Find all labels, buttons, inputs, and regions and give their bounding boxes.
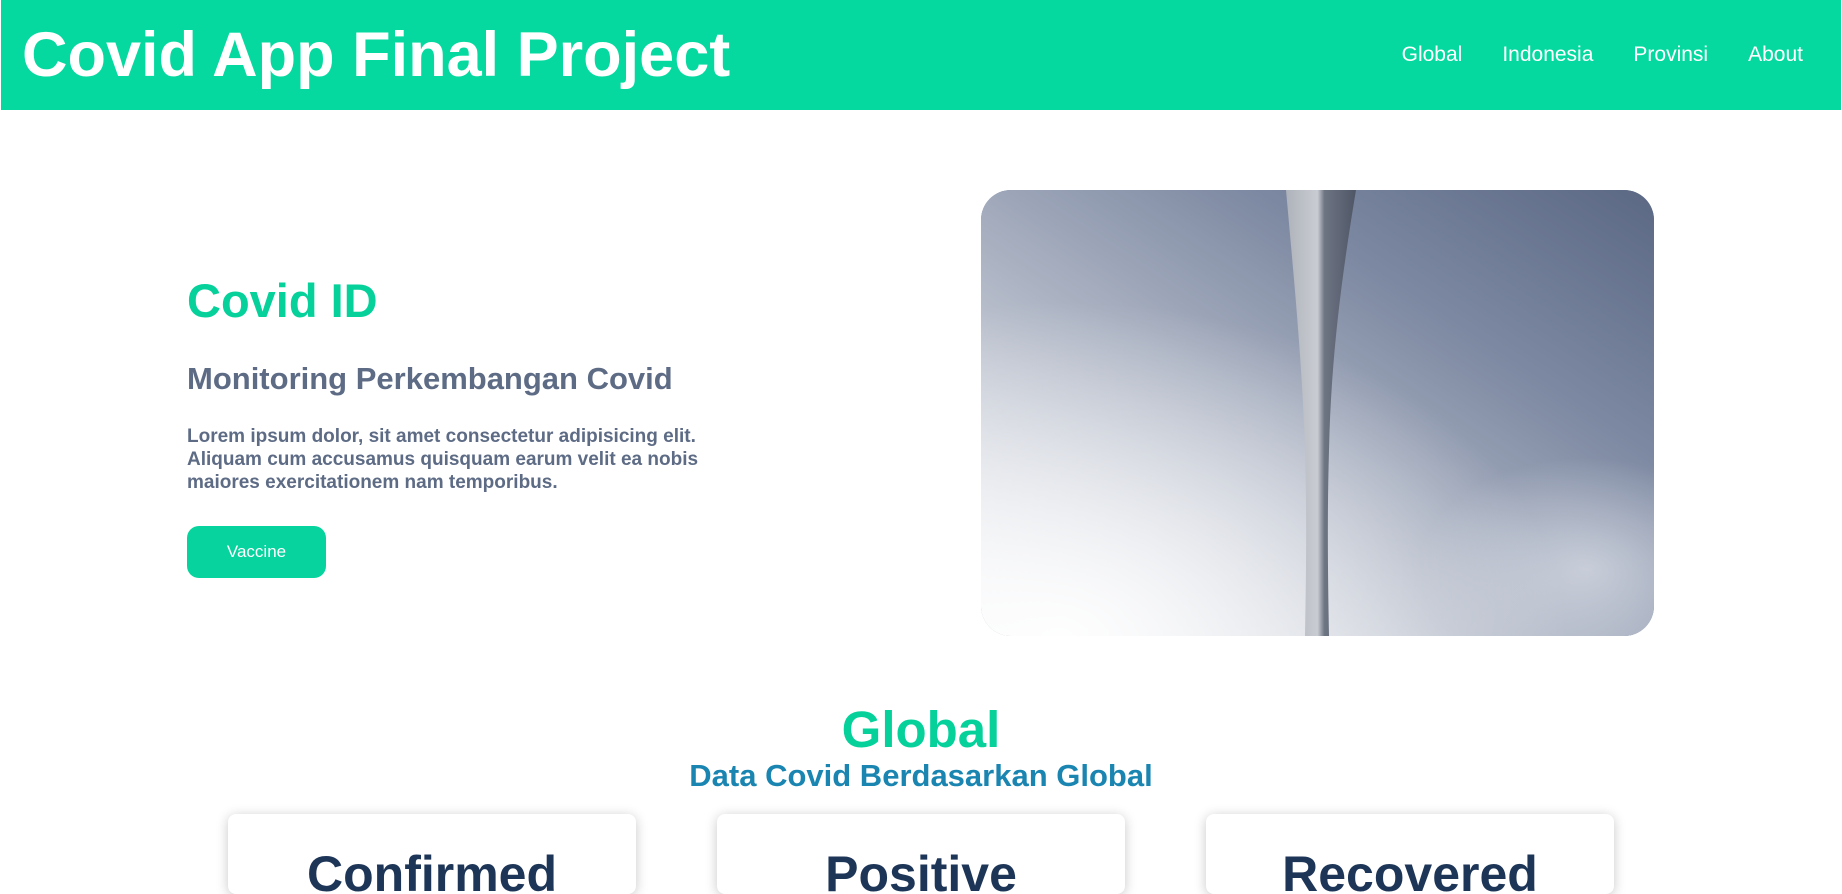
recovered-card: Recovered <box>1206 814 1614 894</box>
hero-description: Lorem ipsum dolor, sit amet consectetur … <box>187 426 699 493</box>
card-title: Confirmed <box>307 846 557 894</box>
hero-subtitle: Monitoring Perkembangan Covid <box>187 361 673 396</box>
app-title: Covid App Final Project <box>22 20 731 90</box>
sky-tower-photo-icon <box>981 190 1654 636</box>
hero-image <box>981 190 1654 636</box>
card-title: Positive <box>825 846 1017 894</box>
global-subtitle: Data Covid Berdasarkan Global <box>689 758 1153 793</box>
main-nav: Global Indonesia Provinsi About <box>1402 0 1803 110</box>
hero-title: Covid ID <box>187 274 378 327</box>
positive-card: Positive <box>717 814 1125 894</box>
nav-link-provinsi[interactable]: Provinsi <box>1633 43 1708 67</box>
global-title: Global <box>841 701 1001 758</box>
nav-link-global[interactable]: Global <box>1402 43 1463 67</box>
confirmed-card: Confirmed <box>228 814 636 894</box>
top-navbar: Covid App Final Project Global Indonesia… <box>1 0 1841 110</box>
nav-link-about[interactable]: About <box>1748 43 1803 67</box>
nav-link-indonesia[interactable]: Indonesia <box>1502 43 1593 67</box>
card-title: Recovered <box>1282 846 1538 894</box>
vaccine-button[interactable]: Vaccine <box>187 526 326 578</box>
